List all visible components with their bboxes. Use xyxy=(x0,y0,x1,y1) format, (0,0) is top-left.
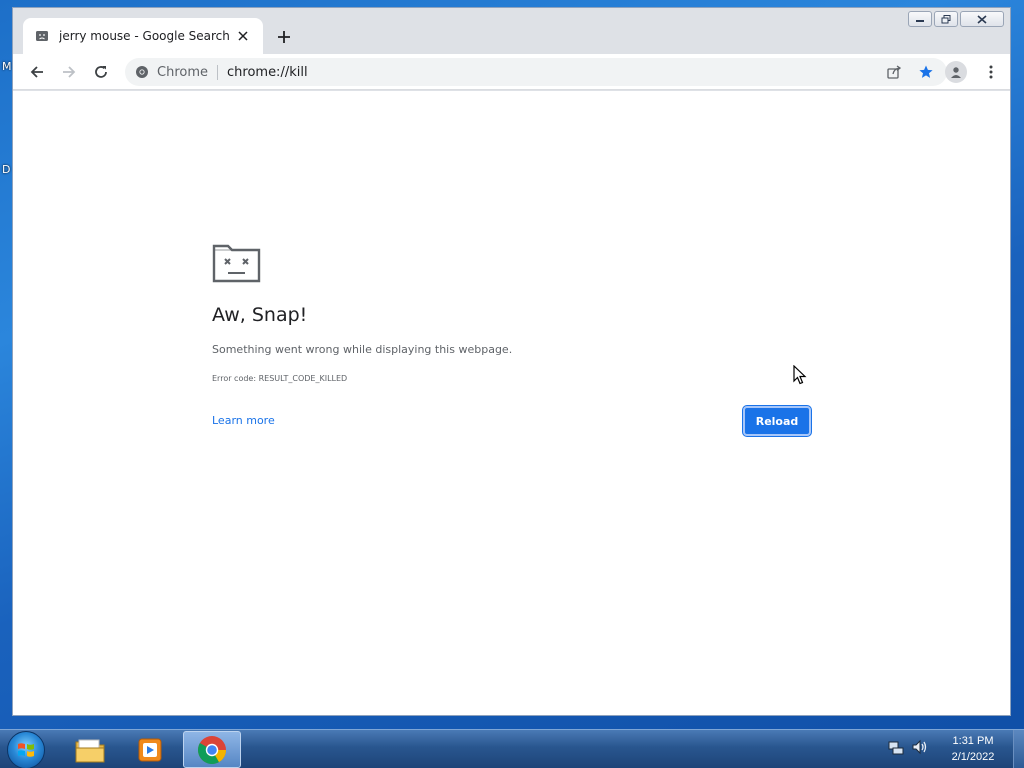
chrome-menu-button[interactable] xyxy=(979,60,1003,84)
sad-folder-icon xyxy=(212,244,261,283)
windows-logo-icon xyxy=(18,743,34,757)
taskbar: 1:31 PM 2/1/2022 xyxy=(0,729,1024,768)
error-code: Error code: RESULT_CODE_KILLED xyxy=(212,374,348,383)
clock-date: 2/1/2022 xyxy=(951,751,995,763)
system-tray xyxy=(888,739,928,755)
show-desktop-button[interactable] xyxy=(1013,730,1024,768)
close-icon xyxy=(238,31,248,41)
arrow-right-icon xyxy=(63,66,76,78)
browser-toolbar: Chrome chrome://kill xyxy=(13,54,1010,90)
omnibox-url-text[interactable]: chrome://kill xyxy=(227,65,873,80)
share-button[interactable] xyxy=(883,61,905,83)
star-filled-icon xyxy=(919,65,933,78)
minimize-button[interactable] xyxy=(908,11,932,27)
kebab-menu-icon xyxy=(989,65,993,79)
omnibox-origin-chip: Chrome xyxy=(157,64,218,80)
desktop-icon-label-fragment[interactable]: D xyxy=(2,163,10,176)
arrow-left-icon xyxy=(30,66,43,78)
refresh-icon xyxy=(95,66,107,78)
clock-time: 1:31 PM xyxy=(952,735,994,747)
tab-title: jerry mouse - Google Search xyxy=(59,29,230,43)
mouse-cursor-icon xyxy=(793,365,807,385)
page-content: Aw, Snap! Something went wrong while dis… xyxy=(13,91,1010,715)
taskbar-clock[interactable]: 1:31 PM 2/1/2022 xyxy=(938,733,1008,765)
chrome-icon xyxy=(198,735,226,764)
close-window-button[interactable] xyxy=(960,11,1004,27)
crash-title: Aw, Snap! xyxy=(212,304,308,326)
taskbar-app-chrome[interactable] xyxy=(183,731,241,768)
network-icon[interactable] xyxy=(888,739,904,755)
omnibox[interactable]: Chrome chrome://kill xyxy=(125,58,947,86)
close-icon xyxy=(977,14,987,24)
start-button[interactable] xyxy=(7,731,45,768)
bookmark-button[interactable] xyxy=(915,61,937,83)
volume-icon[interactable] xyxy=(912,739,928,755)
reload-button[interactable] xyxy=(89,60,113,84)
tab-close-button[interactable] xyxy=(235,28,251,44)
chrome-site-icon xyxy=(136,66,148,78)
new-tab-button[interactable] xyxy=(274,27,294,47)
taskbar-app-windows-explorer[interactable] xyxy=(61,731,119,768)
tab-active[interactable]: jerry mouse - Google Search xyxy=(23,18,263,54)
restore-button[interactable] xyxy=(934,11,958,27)
reload-page-button[interactable]: Reload xyxy=(743,406,811,436)
restore-icon xyxy=(941,14,951,23)
back-button[interactable] xyxy=(25,60,49,84)
folder-icon xyxy=(75,739,105,762)
crash-message: Something went wrong while displaying th… xyxy=(212,343,513,356)
desktop-icon-label-fragment[interactable]: M xyxy=(2,60,12,73)
taskbar-app-media-player[interactable] xyxy=(121,731,179,768)
learn-more-link[interactable]: Learn more xyxy=(212,414,275,427)
sad-tab-icon xyxy=(36,31,48,41)
share-icon xyxy=(887,65,902,79)
person-icon xyxy=(951,67,961,78)
forward-button[interactable] xyxy=(57,60,81,84)
chrome-window: jerry mouse - Google Search Chrome chrom… xyxy=(12,7,1011,716)
media-player-icon xyxy=(138,738,162,761)
minimize-icon xyxy=(916,20,924,22)
window-caption-buttons xyxy=(906,11,1004,27)
plus-icon xyxy=(278,31,290,43)
profile-button[interactable] xyxy=(945,61,967,83)
